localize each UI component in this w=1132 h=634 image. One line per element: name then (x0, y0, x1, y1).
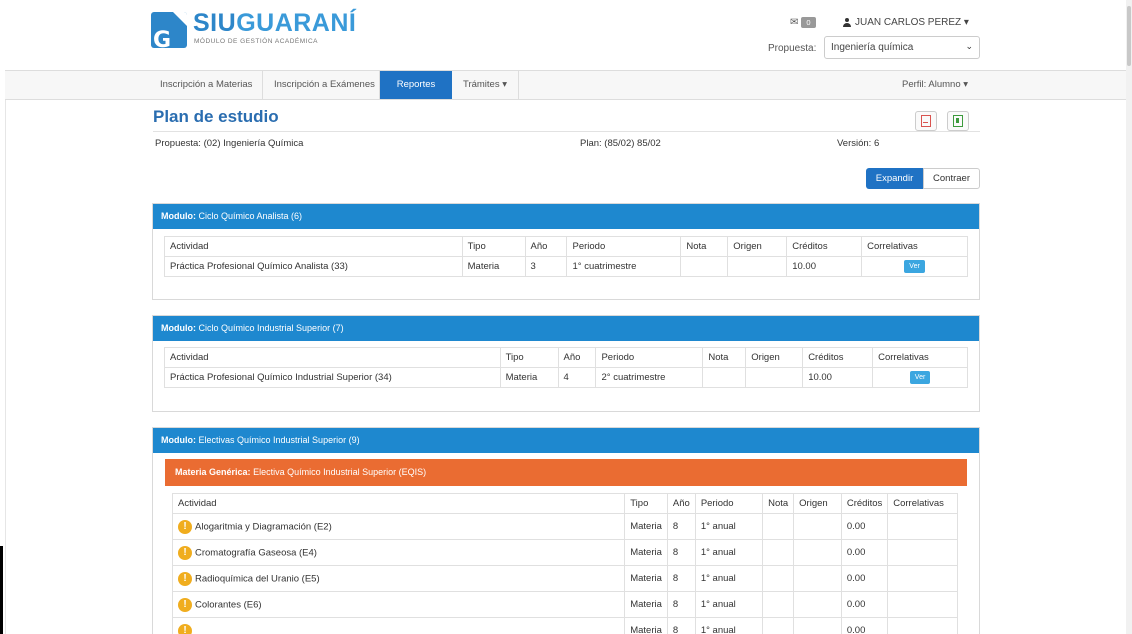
propuesta-select[interactable]: Ingeniería química ⌄ (824, 36, 980, 59)
propuesta-info: Propuesta: (02) Ingeniería Química (155, 138, 304, 149)
module-header[interactable]: Modulo: Ciclo Químico Industrial Superio… (153, 316, 979, 341)
warning-icon: ! (178, 545, 192, 560)
table-row: ! Alogaritmia y Diagramación (E2) Materia… (171, 513, 958, 540)
module-table: Actividad Tipo Año Periodo Nota Origen Crédit… (171, 493, 958, 634)
warning-icon: ! (178, 519, 192, 534)
export-pdf-button[interactable] (915, 111, 937, 131)
tab-tramites[interactable]: Trámites ▾ (453, 71, 517, 99)
pdf-icon (921, 115, 931, 127)
message-count-badge: 0 (801, 17, 816, 28)
ver-correlativas-button[interactable]: Ver (909, 371, 931, 384)
propuesta-value: Ingeniería química (831, 42, 914, 53)
expandir-button[interactable]: Expandir (866, 168, 923, 189)
page-scrollbar[interactable] (1126, 0, 1132, 634)
user-icon (843, 18, 851, 27)
table-row: ! Colorantes (E6) Materia 8 1° anual 0.00 (171, 591, 958, 618)
table-row: Práctica Profesional Químico Industrial … (164, 367, 968, 388)
top-header: G SIUGUARANÍ MÓDULO DE GESTIÓN ACADÉMICA… (0, 0, 1126, 70)
plan-info: Plan: (85/02) 85/02 (580, 138, 661, 149)
excel-icon (953, 115, 963, 127)
tab-inscripcion-materias[interactable]: Inscripción a Materias (150, 71, 262, 99)
brand-name: SIUGUARANÍ (193, 9, 357, 37)
main-nav: Inscripción a Materias Inscripción a Exá… (5, 70, 1126, 100)
warning-icon: ! (178, 623, 192, 634)
table-row: Práctica Profesional Químico Analista (3… (164, 256, 968, 277)
contraer-button[interactable]: Contraer (923, 168, 980, 189)
table-row: ! Materia 8 1° anual 0.00 (171, 617, 958, 634)
module-header[interactable]: Modulo: Electivas Químico Industrial Sup… (153, 428, 979, 453)
table-row: ! Cromatografía Gaseosa (E4) Materia 8 1° a… (171, 539, 958, 566)
user-menu[interactable]: JUAN CARLOS PEREZ ▾ (843, 17, 969, 28)
module-table: Actividad Tipo Año Periodo Nota Origen Crédit… (164, 347, 968, 388)
messages-button[interactable]: ✉ 0 (790, 17, 816, 28)
warning-icon: ! (178, 597, 192, 612)
chevron-down-icon: ⌄ (965, 41, 973, 51)
table-header-row: Actividad Tipo Año Periodo Nota Origen Crédit… (164, 347, 968, 368)
version-info: Versión: 6 (837, 138, 880, 149)
module-table: Actividad Tipo Año Periodo Nota Origen Crédit… (164, 236, 968, 277)
materia-generica-header[interactable]: Materia Genérica: Electiva Químico Indus… (165, 459, 967, 486)
brand-subtitle: MÓDULO DE GESTIÓN ACADÉMICA (194, 38, 319, 45)
warning-icon: ! (178, 571, 192, 586)
module-header[interactable]: Modulo: Ciclo Químico Analista (6) (153, 204, 979, 229)
profile-menu[interactable]: Perfil: Alumno ▾ (892, 71, 978, 99)
tab-reportes[interactable]: Reportes (380, 71, 452, 99)
siu-logo: G (151, 12, 187, 48)
envelope-icon: ✉ (790, 17, 799, 28)
table-row: ! Radioquímica del Uranio (E5) Materia 8 1°… (171, 565, 958, 592)
propuesta-label: Propuesta: (768, 43, 817, 54)
table-header-row: Actividad Tipo Año Periodo Nota Origen Crédit… (171, 493, 958, 514)
export-excel-button[interactable] (947, 111, 969, 131)
ver-correlativas-button[interactable]: Ver (904, 260, 925, 273)
tab-inscripcion-examenes[interactable]: Inscripción a Exámenes (264, 71, 385, 99)
table-header-row: Actividad Tipo Año Periodo Nota Origen Crédit… (164, 236, 968, 257)
page-title: Plan de estudio (153, 107, 279, 126)
user-name: JUAN CARLOS PEREZ ▾ (855, 17, 969, 28)
